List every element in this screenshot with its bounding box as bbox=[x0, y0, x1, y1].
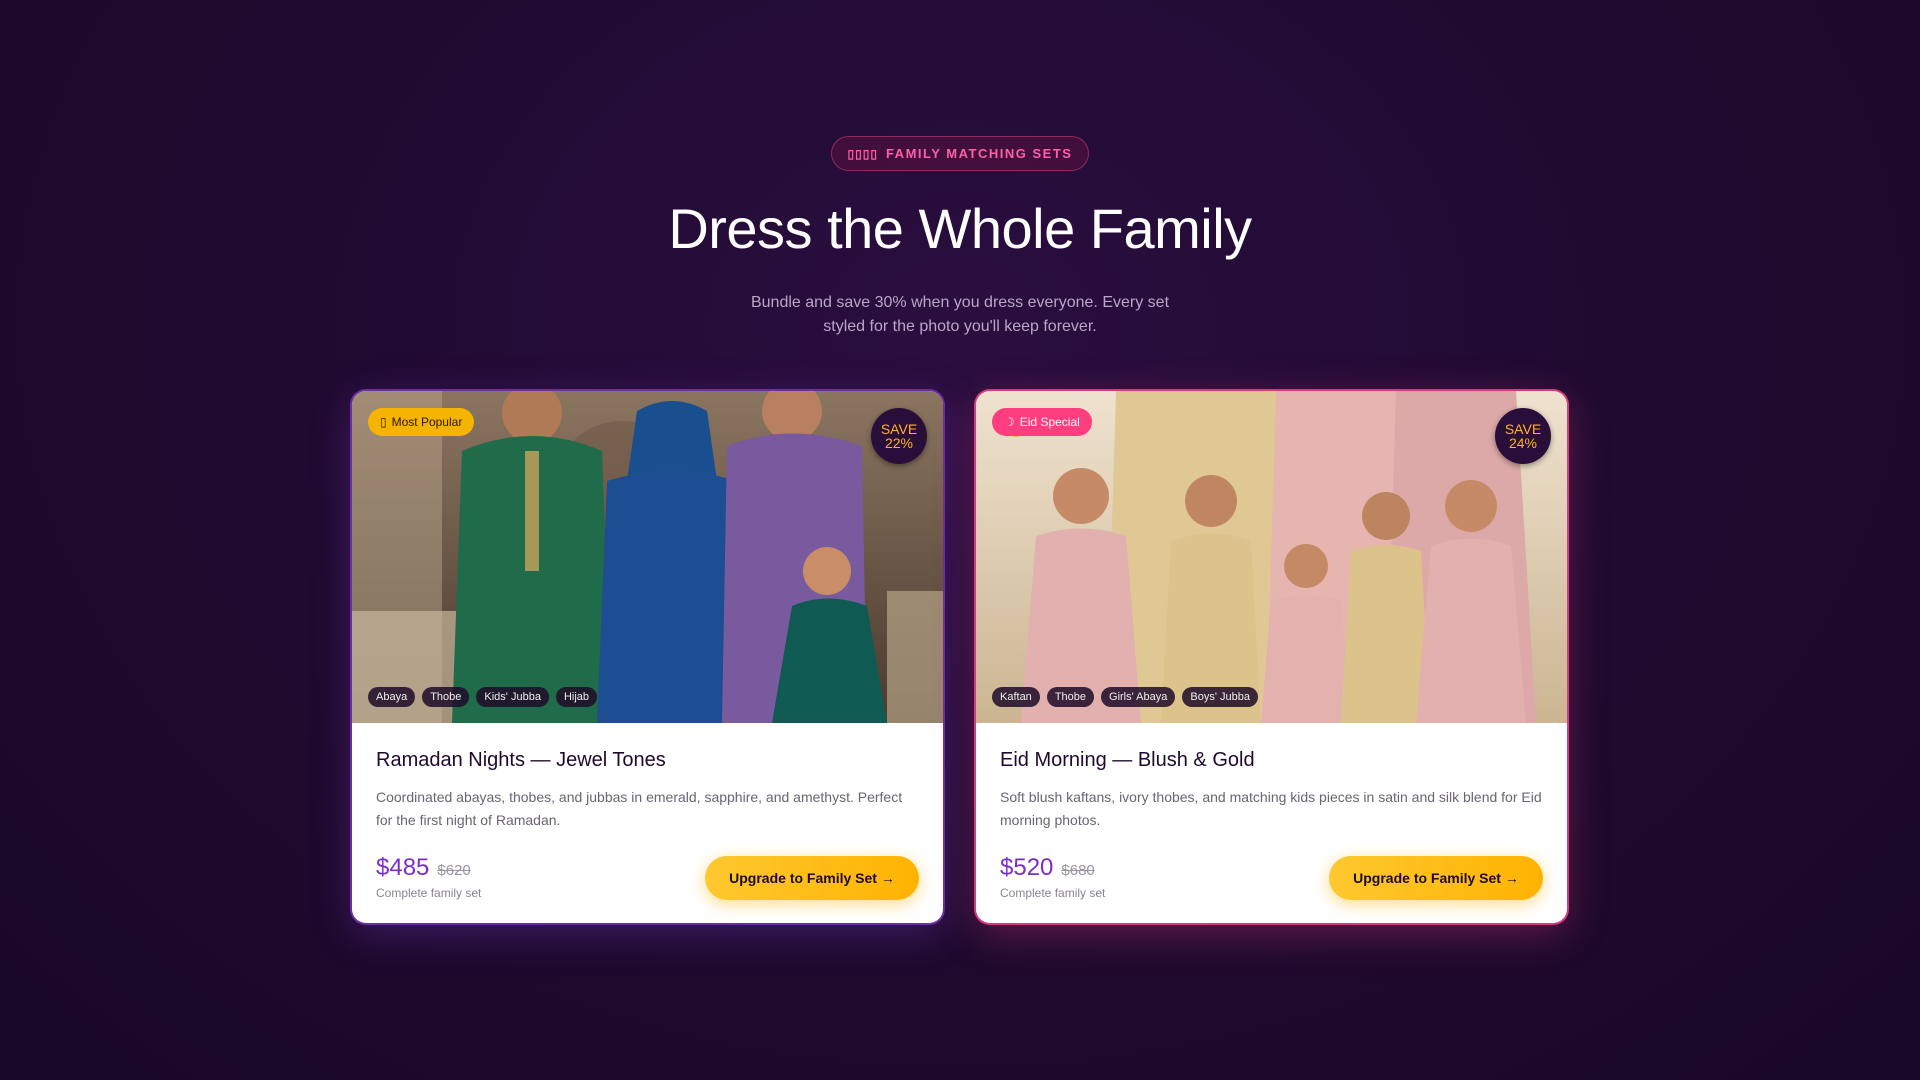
crescent-moon-icon: ☽ bbox=[1004, 415, 1015, 429]
card-body: Eid Morning — Blush & Gold Soft blush ka… bbox=[976, 723, 1567, 900]
badge-label: Most Popular bbox=[391, 415, 463, 429]
badge-label: Eid Special bbox=[1019, 415, 1080, 429]
product-card-list: ▯ Most Popular SAVE 22% Abaya Thobe Kids… bbox=[352, 391, 1567, 923]
garment-tag: Thobe bbox=[1046, 687, 1095, 707]
section-eyebrow-pill: ▯▯▯▯ FAMILY MATCHING SETS bbox=[830, 136, 1090, 171]
save-percent: 22% bbox=[884, 435, 914, 451]
upgrade-to-family-set-button[interactable]: Upgrade to Family Set → bbox=[1329, 856, 1543, 900]
product-card-ramadan-nights[interactable]: ▯ Most Popular SAVE 22% Abaya Thobe Kids… bbox=[352, 391, 943, 923]
price-block: $520 $680 Complete family set bbox=[1000, 854, 1105, 900]
page-title: Dress the Whole Family bbox=[668, 197, 1252, 260]
family-photo-blush-gold bbox=[976, 391, 1567, 723]
garment-tag: Girls' Abaya bbox=[1101, 687, 1176, 707]
product-title: Eid Morning — Blush & Gold bbox=[1000, 749, 1255, 771]
product-photo: ☽ Eid Special SAVE 24% Kaftan Thobe Girl… bbox=[976, 391, 1567, 723]
garment-tag: Boys' Jubba bbox=[1182, 687, 1258, 707]
card-footer: $485 $620 Complete family set Upgrade to… bbox=[376, 854, 919, 900]
garment-tag: Kids' Jubba bbox=[476, 687, 549, 707]
family-icons: ▯▯▯▯ bbox=[847, 146, 878, 161]
price-note: Complete family set bbox=[1000, 886, 1106, 900]
garment-tag: Hijab bbox=[555, 687, 598, 707]
upgrade-to-family-set-button[interactable]: Upgrade to Family Set → bbox=[705, 856, 919, 900]
current-price: $520 bbox=[1000, 854, 1054, 881]
garment-tag: Abaya bbox=[368, 687, 416, 707]
save-percent-badge: SAVE 24% bbox=[1495, 408, 1551, 464]
star-icon: ▯ bbox=[380, 415, 387, 429]
card-footer: $520 $680 Complete family set Upgrade to… bbox=[1000, 854, 1543, 900]
original-price: $680 bbox=[1061, 862, 1095, 879]
product-title: Ramadan Nights — Jewel Tones bbox=[376, 749, 666, 771]
eyebrow-label: FAMILY MATCHING SETS bbox=[885, 146, 1073, 161]
price-note: Complete family set bbox=[376, 886, 482, 900]
family-photo-jewel-tones bbox=[352, 391, 943, 723]
garment-tags: Abaya Thobe Kids' Jubba Hijab bbox=[368, 687, 598, 707]
garment-tag: Kaftan bbox=[992, 687, 1040, 707]
save-percent: 24% bbox=[1508, 435, 1538, 451]
page-subtitle: Bundle and save 30% when you dress every… bbox=[750, 294, 1170, 335]
eid-special-badge: ☽ Eid Special bbox=[992, 408, 1092, 436]
product-description: Soft blush kaftans, ivory thobes, and ma… bbox=[1000, 789, 1542, 828]
save-label: SAVE bbox=[880, 421, 918, 437]
most-popular-badge: ▯ Most Popular bbox=[368, 408, 475, 436]
garment-tag: Thobe bbox=[422, 687, 470, 707]
original-price: $620 bbox=[437, 862, 471, 879]
product-card-eid-morning[interactable]: ☽ Eid Special SAVE 24% Kaftan Thobe Girl… bbox=[976, 391, 1567, 923]
card-body: Ramadan Nights — Jewel Tones Coordinated… bbox=[352, 723, 943, 900]
hero-section: ▯▯▯▯ FAMILY MATCHING SETS Dress the Whol… bbox=[0, 136, 1920, 339]
save-percent-badge: SAVE 22% bbox=[871, 408, 927, 464]
product-description: Coordinated abayas, thobes, and jubbas i… bbox=[376, 789, 903, 828]
current-price: $485 bbox=[376, 854, 430, 881]
garment-tags: Kaftan Thobe Girls' Abaya Boys' Jubba bbox=[992, 687, 1258, 707]
save-label: SAVE bbox=[1504, 421, 1542, 437]
price-block: $485 $620 Complete family set bbox=[376, 854, 481, 900]
product-photo: ▯ Most Popular SAVE 22% Abaya Thobe Kids… bbox=[352, 391, 943, 723]
